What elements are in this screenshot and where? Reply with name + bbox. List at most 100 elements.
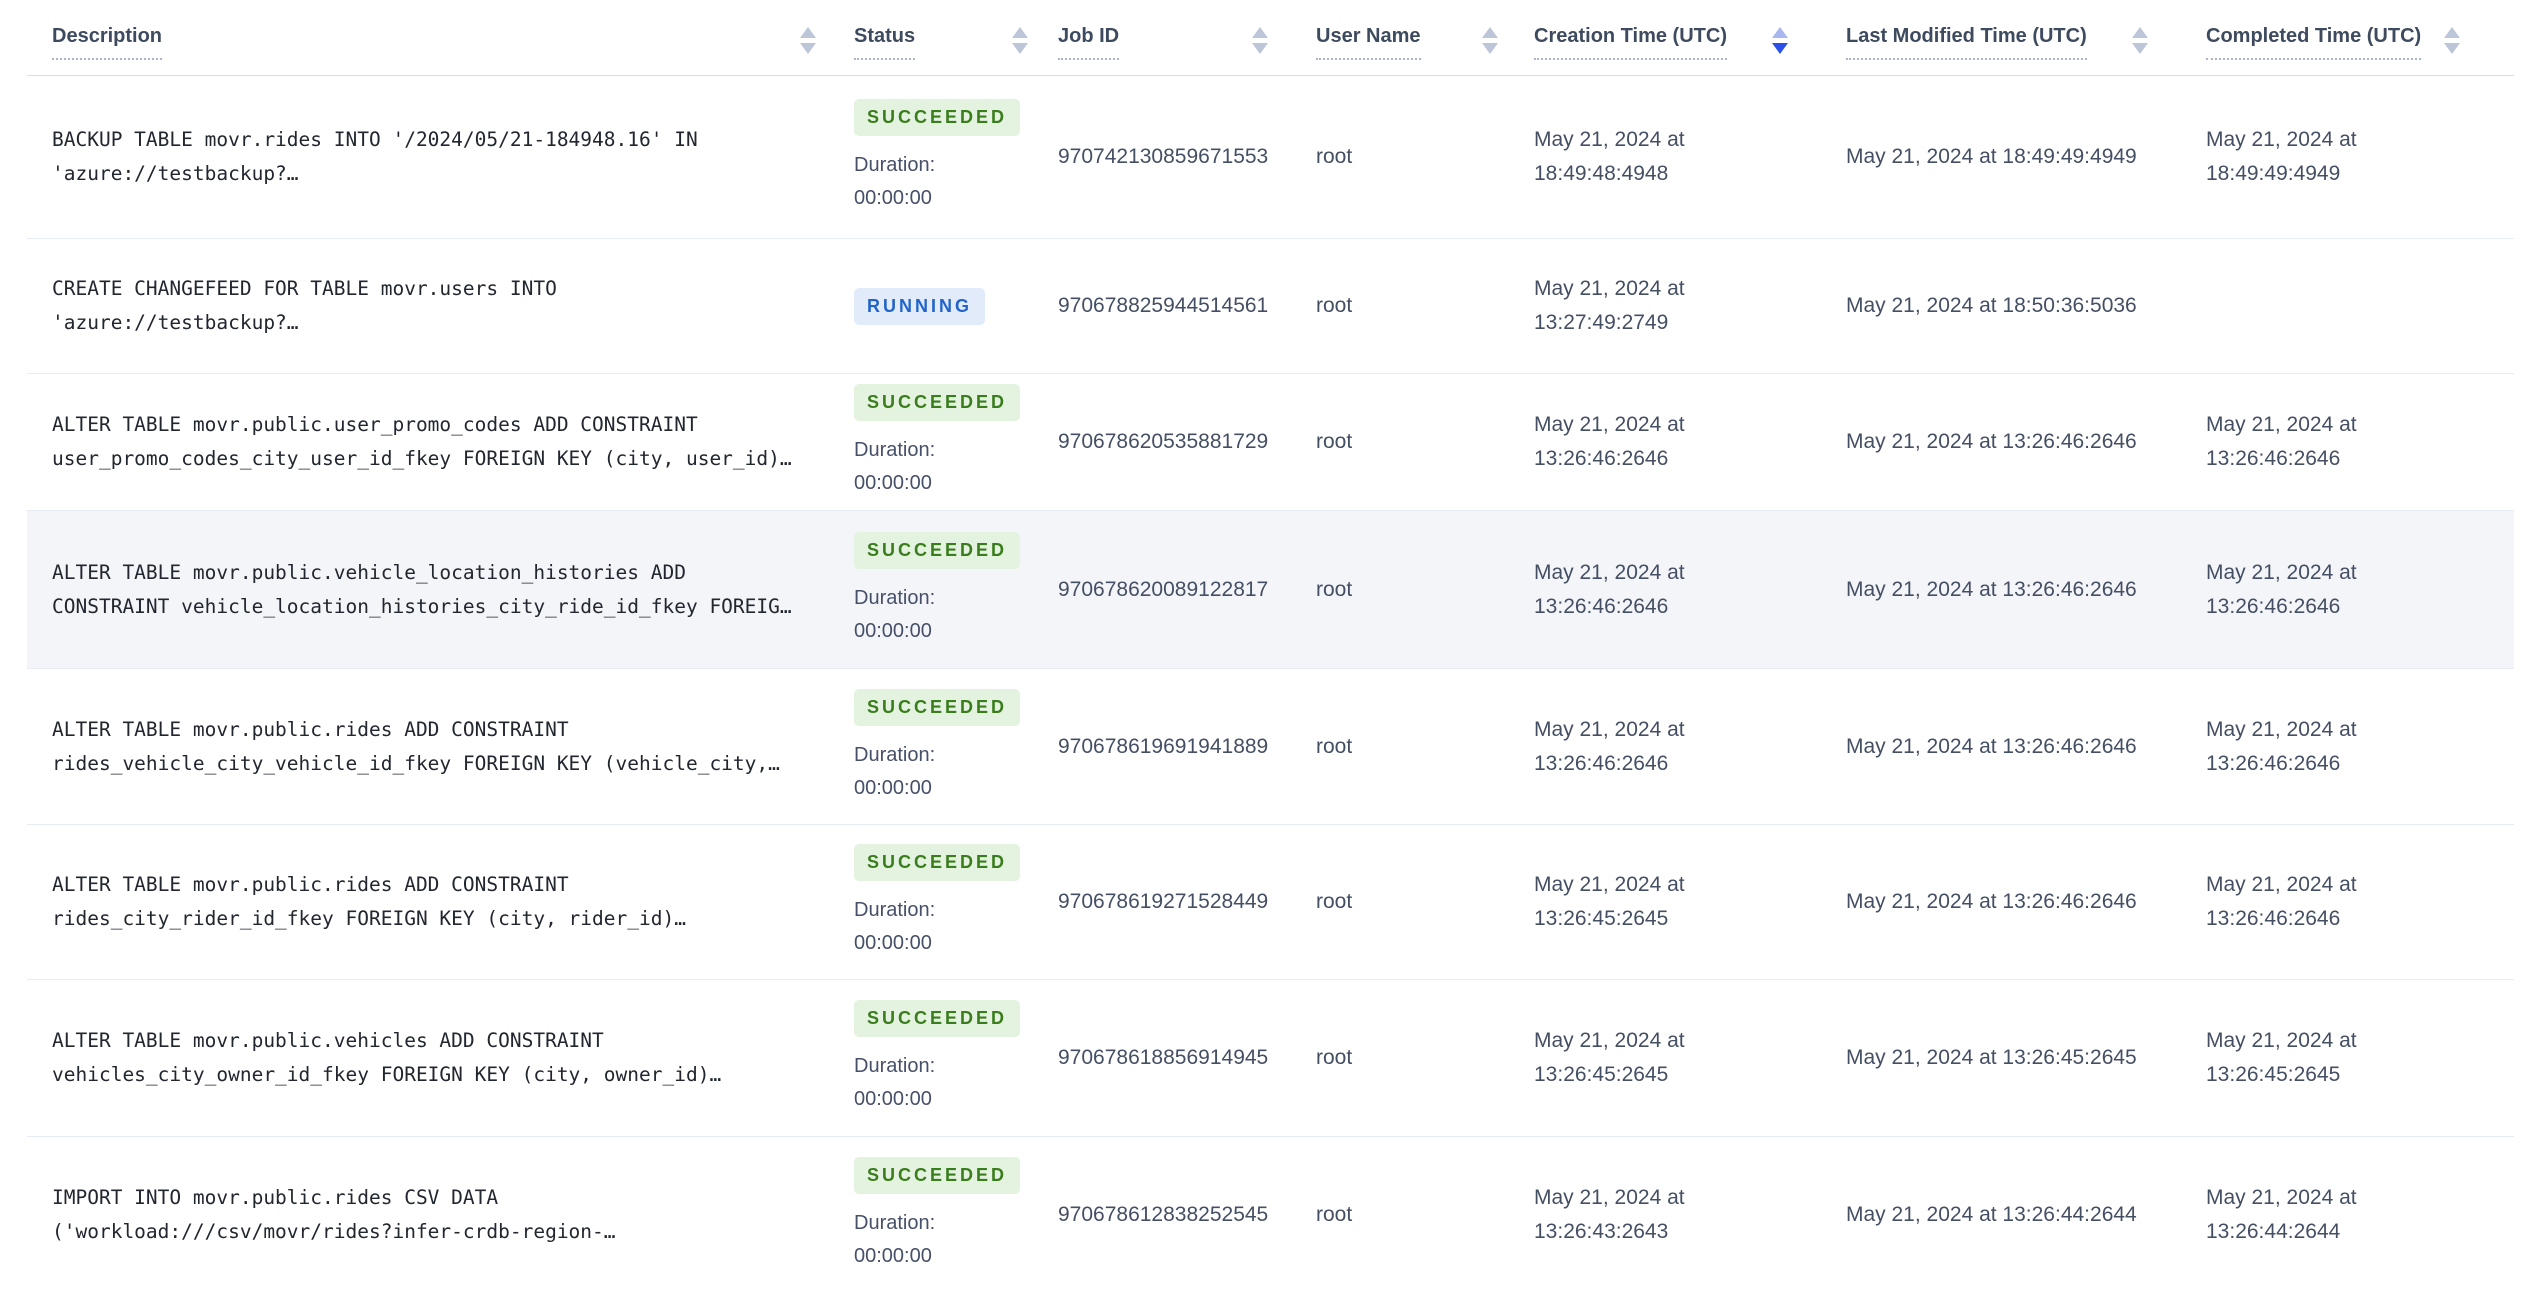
job-status-cell: SUCCEEDED Duration: 00:00:00 (836, 844, 1048, 960)
column-header-label[interactable]: Description (52, 25, 163, 60)
user-name: root (1316, 1046, 1353, 1069)
status-badge: RUNNING (854, 287, 985, 325)
user-name: root (1316, 734, 1353, 758)
column-header-creation-time[interactable]: Creation Time (UTC) (1518, 0, 1808, 75)
user-name: root (1316, 294, 1353, 317)
job-description-link[interactable]: ALTER TABLE movr.public.vehicle_location… (27, 556, 807, 624)
duration-label: Duration: (854, 899, 936, 921)
sort-arrows-icon[interactable] (1252, 27, 1268, 54)
job-id: 970678825944514561 (1058, 294, 1269, 317)
job-id: 970678620089122817 (1058, 577, 1269, 601)
sort-arrows-icon[interactable] (800, 27, 816, 54)
creation-time: May 21, 2024 at 13:26:45:2645 (1534, 873, 1685, 930)
job-id: 970678612838252545 (1058, 1202, 1269, 1226)
jobs-table: Description Status Job ID User Name Crea… (27, 0, 2514, 1292)
user-name: root (1316, 577, 1353, 601)
duration-value: 00:00:00 (854, 619, 932, 642)
column-header-label[interactable]: Last Modified Time (UTC) (1846, 25, 2087, 60)
table-row[interactable]: ALTER TABLE movr.public.vehicle_location… (27, 511, 2514, 669)
duration-label: Duration: (854, 1211, 936, 1234)
last-modified-time: May 21, 2024 at 13:26:46:2646 (1846, 577, 2137, 601)
last-modified-time: May 21, 2024 at 13:26:46:2646 (1846, 430, 2137, 453)
job-id: 970678618856914945 (1058, 1046, 1269, 1069)
job-duration: Duration: 00:00:00 (854, 434, 1048, 500)
status-badge: SUCCEEDED (854, 99, 1021, 136)
table-header-row: Description Status Job ID User Name Crea… (27, 0, 2514, 76)
last-modified-time: May 21, 2024 at 13:26:45:2645 (1846, 1046, 2137, 1069)
column-header-label[interactable]: User Name (1316, 25, 1421, 60)
duration-label: Duration: (854, 154, 936, 176)
table-row[interactable]: IMPORT INTO movr.public.rides CSV DATA (… (27, 1137, 2514, 1292)
job-duration: Duration: 00:00:00 (854, 1207, 1048, 1273)
completed-time: May 21, 2024 at 13:26:44:2644 (2206, 1185, 2357, 1243)
duration-value: 00:00:00 (854, 932, 932, 954)
table-row[interactable]: ALTER TABLE movr.public.rides ADD CONSTR… (27, 825, 2514, 980)
status-badge: SUCCEEDED (854, 1000, 1021, 1037)
table-row[interactable]: BACKUP TABLE movr.rides INTO '/2024/05/2… (27, 76, 2514, 239)
column-header-label[interactable]: Completed Time (UTC) (2206, 25, 2422, 60)
status-badge: SUCCEEDED (854, 1156, 1021, 1194)
job-duration: Duration: 00:00:00 (854, 1050, 1048, 1116)
creation-time: May 21, 2024 at 13:26:46:2646 (1534, 413, 1685, 470)
job-duration: Duration: 00:00:00 (854, 149, 1048, 215)
job-description-link[interactable]: ALTER TABLE movr.public.user_promo_codes… (27, 408, 807, 476)
user-name: root (1316, 145, 1353, 168)
column-header-label[interactable]: Status (854, 25, 916, 60)
sort-arrows-icon[interactable] (1012, 27, 1028, 54)
completed-time: May 21, 2024 at 13:26:45:2645 (2206, 1029, 2357, 1086)
completed-time: May 21, 2024 at 13:26:46:2646 (2206, 717, 2357, 775)
column-header-completed-time[interactable]: Completed Time (UTC) (2168, 0, 2514, 75)
completed-time: May 21, 2024 at 18:49:49:4949 (2206, 128, 2357, 185)
sort-arrows-icon[interactable] (2444, 27, 2460, 54)
job-description-link[interactable]: ALTER TABLE movr.public.vehicles ADD CON… (27, 1024, 807, 1092)
job-description-link[interactable]: ALTER TABLE movr.public.rides ADD CONSTR… (27, 713, 807, 781)
creation-time: May 21, 2024 at 13:26:46:2646 (1534, 717, 1685, 775)
job-duration: Duration: 00:00:00 (854, 894, 1048, 960)
job-description-link[interactable]: CREATE CHANGEFEED FOR TABLE movr.users I… (27, 272, 807, 340)
job-status-cell: SUCCEEDED Duration: 00:00:00 (836, 99, 1048, 215)
user-name: root (1316, 1202, 1353, 1226)
user-name: root (1316, 430, 1353, 453)
job-status-cell: SUCCEEDED Duration: 00:00:00 (836, 384, 1048, 500)
column-header-label[interactable]: Job ID (1058, 25, 1120, 60)
completed-time: May 21, 2024 at 13:26:46:2646 (2206, 413, 2357, 470)
job-duration: Duration: 00:00:00 (854, 739, 1048, 805)
creation-time: May 21, 2024 at 13:27:49:2749 (1534, 277, 1685, 334)
last-modified-time: May 21, 2024 at 13:26:46:2646 (1846, 734, 2137, 758)
status-badge: SUCCEEDED (854, 688, 1021, 726)
column-header-last-modified-time[interactable]: Last Modified Time (UTC) (1808, 0, 2168, 75)
sort-arrows-icon[interactable] (1482, 27, 1498, 54)
column-header-user-name[interactable]: User Name (1288, 0, 1518, 75)
job-id: 970742130859671553 (1058, 145, 1269, 168)
job-id: 970678619691941889 (1058, 734, 1269, 758)
duration-value: 00:00:00 (854, 187, 932, 209)
table-row[interactable]: ALTER TABLE movr.public.rides ADD CONSTR… (27, 669, 2514, 825)
job-status-cell: RUNNING (836, 287, 1048, 325)
last-modified-time: May 21, 2024 at 13:26:44:2644 (1846, 1202, 2137, 1226)
completed-time: May 21, 2024 at 13:26:46:2646 (2206, 873, 2357, 930)
job-description-link[interactable]: ALTER TABLE movr.public.rides ADD CONSTR… (27, 868, 807, 936)
duration-value: 00:00:00 (854, 1244, 932, 1267)
sort-arrows-icon[interactable] (2132, 27, 2148, 54)
duration-label: Duration: (854, 1055, 936, 1077)
last-modified-time: May 21, 2024 at 13:26:46:2646 (1846, 890, 2137, 913)
column-header-label[interactable]: Creation Time (UTC) (1534, 25, 1727, 60)
column-header-status[interactable]: Status (836, 0, 1048, 75)
creation-time: May 21, 2024 at 13:26:46:2646 (1534, 560, 1685, 618)
column-header-job-id[interactable]: Job ID (1048, 0, 1288, 75)
creation-time: May 21, 2024 at 18:49:48:4948 (1534, 128, 1685, 185)
table-row[interactable]: CREATE CHANGEFEED FOR TABLE movr.users I… (27, 239, 2514, 374)
job-description-link[interactable]: IMPORT INTO movr.public.rides CSV DATA (… (27, 1181, 807, 1249)
job-status-cell: SUCCEEDED Duration: 00:00:00 (836, 531, 1048, 648)
table-body: BACKUP TABLE movr.rides INTO '/2024/05/2… (27, 76, 2514, 1292)
table-row[interactable]: ALTER TABLE movr.public.vehicles ADD CON… (27, 980, 2514, 1137)
status-badge: SUCCEEDED (854, 844, 1021, 881)
job-id: 970678620535881729 (1058, 430, 1269, 453)
creation-time: May 21, 2024 at 13:26:45:2645 (1534, 1029, 1685, 1086)
last-modified-time: May 21, 2024 at 18:50:36:5036 (1846, 294, 2137, 317)
duration-value: 00:00:00 (854, 776, 932, 799)
sort-arrows-icon-active-desc[interactable] (1772, 27, 1788, 54)
table-row[interactable]: ALTER TABLE movr.public.user_promo_codes… (27, 374, 2514, 511)
column-header-description[interactable]: Description (27, 0, 836, 75)
job-description-link[interactable]: BACKUP TABLE movr.rides INTO '/2024/05/2… (27, 123, 807, 191)
